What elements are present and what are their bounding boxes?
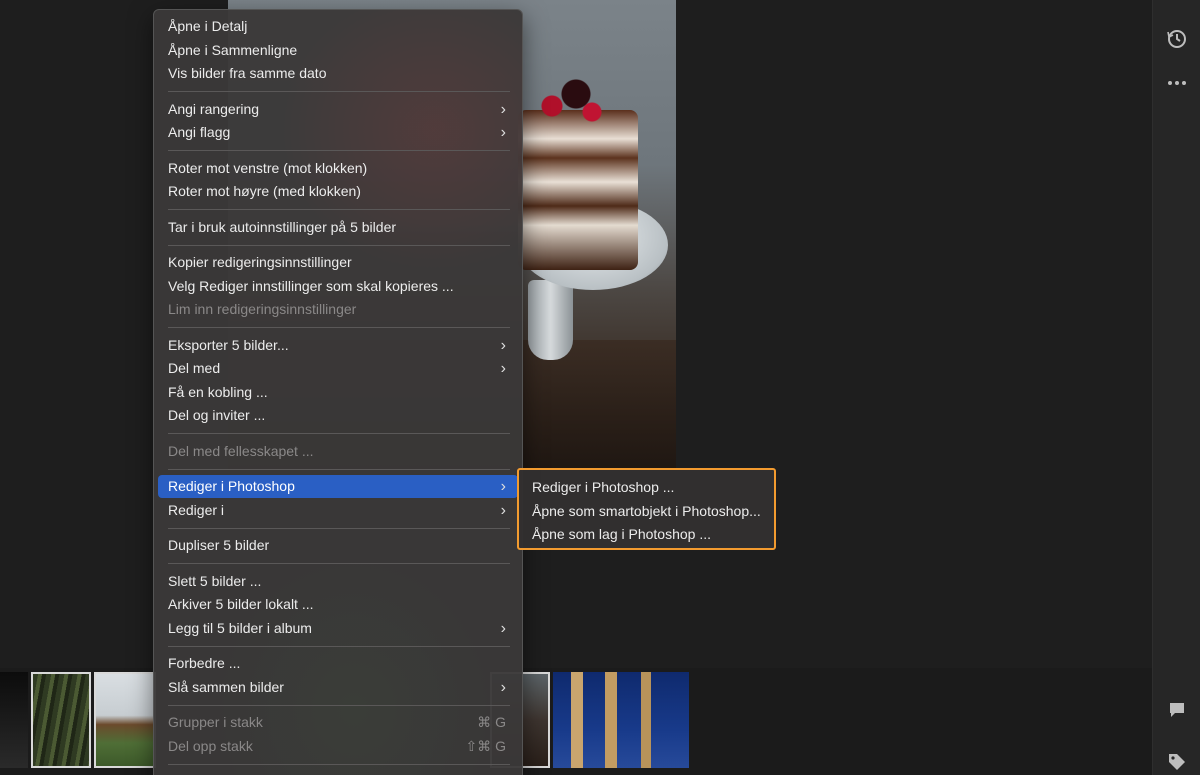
menu-item-choose-settings-to-copy[interactable]: Velg Rediger innstillinger som skal kopi… [158,275,518,298]
chevron-right-icon: › [500,337,506,354]
thumbnail[interactable] [94,672,156,768]
menu-item-ungroup-stack: Del opp stakk ⇧⌘ G [158,735,518,758]
menu-separator [168,705,510,706]
menu-item-enhance[interactable]: Forbedre ... [158,652,518,675]
menu-separator [168,209,510,210]
shortcut-label: ⌘ G [477,714,506,730]
menu-item-rotate-right[interactable]: Roter mot høyre (med klokken) [158,180,518,203]
menu-separator [168,764,510,765]
menu-item-edit-in[interactable]: Rediger i › [158,499,518,522]
photoshop-submenu: Rediger i Photoshop ... Åpne som smartob… [517,468,776,550]
menu-item-paste-edit-settings: Lim inn redigeringsinnstillinger [168,301,357,317]
chevron-right-icon: › [500,502,506,519]
menu-item-set-rating[interactable]: Angi rangering › [158,98,518,121]
chevron-right-icon: › [500,620,506,637]
menu-separator [168,433,510,434]
menu-item-share-with[interactable]: Del med › [158,357,518,380]
menu-item-share-community: Del med fellesskapet ... [168,443,314,459]
thumbnail[interactable] [0,672,28,768]
menu-item-auto-settings[interactable]: Tar i bruk autoinnstillinger på 5 bilder [158,216,518,239]
menu-item-rotate-left[interactable]: Roter mot venstre (mot klokken) [158,157,518,180]
menu-item-open-in-compare[interactable]: Åpne i Sammenligne [158,39,518,62]
menu-item-delete[interactable]: Slett 5 bilder ... [158,570,518,593]
shortcut-label: ⇧⌘ G [465,738,506,754]
chevron-right-icon: › [500,101,506,118]
menu-item-merge-photos[interactable]: Slå sammen bilder › [158,676,518,699]
right-rail [1152,0,1200,775]
tag-icon[interactable] [1153,752,1200,775]
menu-item-duplicate[interactable]: Dupliser 5 bilder [158,534,518,557]
menu-separator [168,528,510,529]
submenu-item-edit-in-photoshop[interactable]: Rediger i Photoshop ... [532,476,674,499]
menu-item-group-stack: Grupper i stakk ⌘ G [158,711,518,734]
menu-separator [168,327,510,328]
photo-cherries [528,70,608,130]
chevron-right-icon: › [500,360,506,377]
menu-separator [168,150,510,151]
chevron-right-icon: › [500,124,506,141]
menu-item-archive-local[interactable]: Arkiver 5 bilder lokalt ... [158,593,518,616]
menu-separator [168,91,510,92]
menu-separator [168,563,510,564]
more-icon[interactable] [1153,70,1200,94]
photo-cake [518,110,638,270]
submenu-item-open-as-layers[interactable]: Åpne som lag i Photoshop ... [532,523,711,546]
menu-item-share-invite[interactable]: Del og inviter ... [158,404,518,427]
menu-separator [168,245,510,246]
thumbnail[interactable] [31,672,91,768]
chevron-right-icon: › [500,679,506,696]
menu-item-set-flag[interactable]: Angi flagg › [158,121,518,144]
history-icon[interactable] [1153,28,1200,56]
menu-item-copy-edit-settings[interactable]: Kopier redigeringsinnstillinger [158,251,518,274]
menu-item-get-link[interactable]: Få en kobling ... [158,381,518,404]
comment-icon[interactable] [1153,700,1200,726]
menu-item-show-same-date[interactable]: Vis bilder fra samme dato [158,62,518,85]
menu-separator [168,469,510,470]
submenu-item-open-as-smart-object[interactable]: Åpne som smartobjekt i Photoshop... [532,500,761,523]
chevron-right-icon: › [500,478,506,495]
menu-item-edit-in-photoshop[interactable]: Rediger i Photoshop › [158,475,518,498]
menu-item-open-in-detail[interactable]: Åpne i Detalj [158,15,518,38]
thumbnail[interactable] [553,672,689,768]
menu-item-add-to-album[interactable]: Legg til 5 bilder i album › [158,617,518,640]
context-menu: Åpne i Detalj Åpne i Sammenligne Vis bil… [153,9,523,775]
photo-cake-stand [528,280,573,360]
menu-item-export[interactable]: Eksporter 5 bilder... › [158,334,518,357]
menu-separator [168,646,510,647]
